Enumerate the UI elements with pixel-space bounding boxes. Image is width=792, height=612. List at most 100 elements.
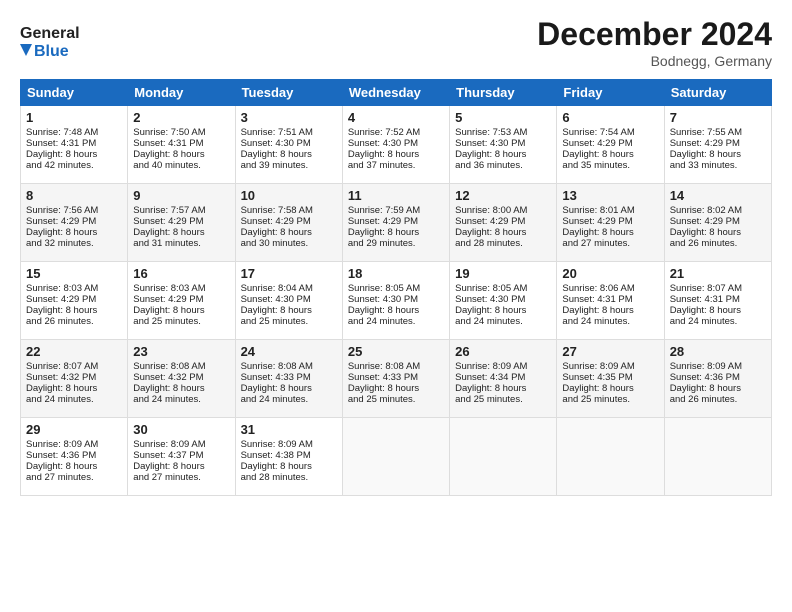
calendar-cell: 29 Sunrise: 8:09 AMSunset: 4:36 PMDayligh… bbox=[21, 418, 128, 496]
day-number: 5 bbox=[455, 110, 551, 125]
sunset-text: Sunset: 4:30 PM bbox=[348, 294, 444, 305]
sunrise-text: Sunrise: 7:54 AM bbox=[562, 127, 658, 138]
header: General Blue December 2024 Bodnegg, Germ… bbox=[20, 16, 772, 71]
sunset-text: Sunset: 4:35 PM bbox=[562, 372, 658, 383]
day-number: 19 bbox=[455, 266, 551, 281]
sunset-text: Sunset: 4:31 PM bbox=[26, 138, 122, 149]
day-number: 8 bbox=[26, 188, 122, 203]
day-number: 7 bbox=[670, 110, 766, 125]
day-number: 16 bbox=[133, 266, 229, 281]
calendar-cell: 4Sunrise: 7:52 AMSunset: 4:30 PMDaylight… bbox=[342, 106, 449, 184]
sunrise-text: Sunrise: 7:59 AM bbox=[348, 205, 444, 216]
calendar-cell: 23Sunrise: 8:08 AMSunset: 4:32 PMDayligh… bbox=[128, 340, 235, 418]
sunset-text: Sunset: 4:29 PM bbox=[348, 216, 444, 227]
day-number: 22 bbox=[26, 344, 122, 359]
sunrise-text: Sunrise: 8:05 AM bbox=[455, 283, 551, 294]
calendar-cell: 21Sunrise: 8:07 AMSunset: 4:31 PMDayligh… bbox=[664, 262, 771, 340]
day-number: 1 bbox=[26, 110, 122, 125]
col-tuesday: Tuesday bbox=[235, 80, 342, 106]
logo-icon: General Blue bbox=[20, 16, 80, 71]
daylight-text: Daylight: 8 hours and 25 minutes. bbox=[348, 383, 444, 405]
sunset-text: Sunset: 4:30 PM bbox=[455, 138, 551, 149]
sunset-text: Sunset: 4:29 PM bbox=[26, 294, 122, 305]
sunset-text: Sunset: 4:29 PM bbox=[241, 216, 337, 227]
day-number: 21 bbox=[670, 266, 766, 281]
sunset-text: Sunset: 4:29 PM bbox=[562, 138, 658, 149]
col-thursday: Thursday bbox=[450, 80, 557, 106]
daylight-text: Daylight: 8 hours and 24 minutes. bbox=[348, 305, 444, 327]
col-sunday: Sunday bbox=[21, 80, 128, 106]
svg-text:General: General bbox=[20, 25, 80, 42]
sunrise-text: Sunrise: 8:02 AM bbox=[670, 205, 766, 216]
sunset-text: Sunset: 4:36 PM bbox=[26, 450, 122, 461]
sunrise-text: Sunrise: 7:52 AM bbox=[348, 127, 444, 138]
sunrise-text: Sunrise: 8:09 AM bbox=[455, 361, 551, 372]
sunrise-text: Sunrise: 8:03 AM bbox=[26, 283, 122, 294]
day-number: 30 bbox=[133, 422, 229, 437]
calendar-week-4: 22Sunrise: 8:07 AMSunset: 4:32 PMDayligh… bbox=[21, 340, 772, 418]
daylight-text: Daylight: 8 hours and 24 minutes. bbox=[670, 305, 766, 327]
day-number: 29 bbox=[26, 422, 122, 437]
daylight-text: Daylight: 8 hours and 36 minutes. bbox=[455, 149, 551, 171]
sunset-text: Sunset: 4:29 PM bbox=[562, 216, 658, 227]
day-number: 10 bbox=[241, 188, 337, 203]
sunrise-text: Sunrise: 8:09 AM bbox=[26, 439, 122, 450]
daylight-text: Daylight: 8 hours and 25 minutes. bbox=[241, 305, 337, 327]
calendar-cell: 2Sunrise: 7:50 AMSunset: 4:31 PMDaylight… bbox=[128, 106, 235, 184]
sunset-text: Sunset: 4:30 PM bbox=[455, 294, 551, 305]
sunset-text: Sunset: 4:33 PM bbox=[241, 372, 337, 383]
calendar-cell: 26Sunrise: 8:09 AMSunset: 4:34 PMDayligh… bbox=[450, 340, 557, 418]
calendar-cell: 11Sunrise: 7:59 AMSunset: 4:29 PMDayligh… bbox=[342, 184, 449, 262]
calendar-cell: 30Sunrise: 8:09 AMSunset: 4:37 PMDayligh… bbox=[128, 418, 235, 496]
calendar-cell: 10Sunrise: 7:58 AMSunset: 4:29 PMDayligh… bbox=[235, 184, 342, 262]
day-number: 13 bbox=[562, 188, 658, 203]
day-number: 4 bbox=[348, 110, 444, 125]
day-number: 25 bbox=[348, 344, 444, 359]
calendar-cell: 1Sunrise: 7:48 AMSunset: 4:31 PMDaylight… bbox=[21, 106, 128, 184]
calendar-cell bbox=[664, 418, 771, 496]
day-number: 31 bbox=[241, 422, 337, 437]
daylight-text: Daylight: 8 hours and 28 minutes. bbox=[241, 461, 337, 483]
sunrise-text: Sunrise: 8:09 AM bbox=[670, 361, 766, 372]
calendar-cell: 5Sunrise: 7:53 AMSunset: 4:30 PMDaylight… bbox=[450, 106, 557, 184]
daylight-text: Daylight: 8 hours and 27 minutes. bbox=[26, 461, 122, 483]
sunset-text: Sunset: 4:29 PM bbox=[26, 216, 122, 227]
sunset-text: Sunset: 4:29 PM bbox=[670, 138, 766, 149]
calendar-cell: 6 Sunrise: 7:54 AMSunset: 4:29 PMDaylight… bbox=[557, 106, 664, 184]
daylight-text: Daylight: 8 hours and 24 minutes. bbox=[455, 305, 551, 327]
sunset-text: Sunset: 4:32 PM bbox=[133, 372, 229, 383]
sunrise-text: Sunrise: 8:04 AM bbox=[241, 283, 337, 294]
sunrise-text: Sunrise: 7:50 AM bbox=[133, 127, 229, 138]
sunrise-text: Sunrise: 8:07 AM bbox=[670, 283, 766, 294]
calendar-cell: 24Sunrise: 8:08 AMSunset: 4:33 PMDayligh… bbox=[235, 340, 342, 418]
sunrise-text: Sunrise: 8:05 AM bbox=[348, 283, 444, 294]
calendar-cell: 8Sunrise: 7:56 AMSunset: 4:29 PMDaylight… bbox=[21, 184, 128, 262]
sunset-text: Sunset: 4:33 PM bbox=[348, 372, 444, 383]
calendar-cell: 12Sunrise: 8:00 AMSunset: 4:29 PMDayligh… bbox=[450, 184, 557, 262]
calendar-cell: 18Sunrise: 8:05 AMSunset: 4:30 PMDayligh… bbox=[342, 262, 449, 340]
calendar-cell: 3Sunrise: 7:51 AMSunset: 4:30 PMDaylight… bbox=[235, 106, 342, 184]
page-container: General Blue December 2024 Bodnegg, Germ… bbox=[0, 0, 792, 506]
daylight-text: Daylight: 8 hours and 31 minutes. bbox=[133, 227, 229, 249]
col-monday: Monday bbox=[128, 80, 235, 106]
sunrise-text: Sunrise: 7:55 AM bbox=[670, 127, 766, 138]
day-number: 2 bbox=[133, 110, 229, 125]
calendar-cell bbox=[342, 418, 449, 496]
day-number: 6 bbox=[562, 110, 658, 125]
daylight-text: Daylight: 8 hours and 27 minutes. bbox=[133, 461, 229, 483]
day-number: 26 bbox=[455, 344, 551, 359]
calendar-cell: 15Sunrise: 8:03 AMSunset: 4:29 PMDayligh… bbox=[21, 262, 128, 340]
calendar-week-3: 15Sunrise: 8:03 AMSunset: 4:29 PMDayligh… bbox=[21, 262, 772, 340]
sunset-text: Sunset: 4:38 PM bbox=[241, 450, 337, 461]
daylight-text: Daylight: 8 hours and 30 minutes. bbox=[241, 227, 337, 249]
daylight-text: Daylight: 8 hours and 35 minutes. bbox=[562, 149, 658, 171]
daylight-text: Daylight: 8 hours and 25 minutes. bbox=[562, 383, 658, 405]
daylight-text: Daylight: 8 hours and 26 minutes. bbox=[670, 383, 766, 405]
calendar-cell: 19 Sunrise: 8:05 AMSunset: 4:30 PMDayligh… bbox=[450, 262, 557, 340]
calendar-cell: 31Sunrise: 8:09 AMSunset: 4:38 PMDayligh… bbox=[235, 418, 342, 496]
calendar-table: Sunday Monday Tuesday Wednesday Thursday… bbox=[20, 79, 772, 496]
month-title: December 2024 bbox=[537, 16, 772, 53]
sunset-text: Sunset: 4:29 PM bbox=[133, 294, 229, 305]
sunset-text: Sunset: 4:36 PM bbox=[670, 372, 766, 383]
sunset-text: Sunset: 4:31 PM bbox=[133, 138, 229, 149]
